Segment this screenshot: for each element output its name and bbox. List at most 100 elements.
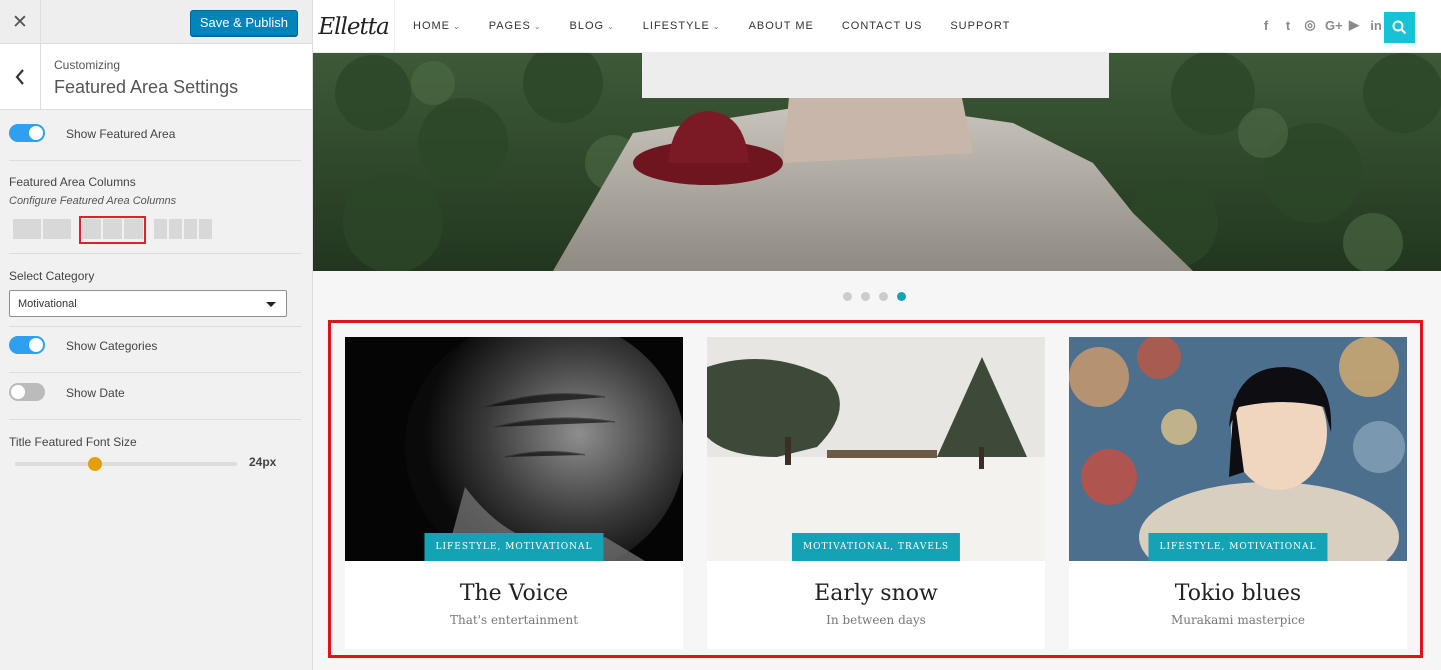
post-title[interactable]: The Voice bbox=[345, 581, 683, 606]
menu-item-label: LIFESTYLE bbox=[642, 20, 710, 32]
post-title[interactable]: Early snow bbox=[707, 581, 1045, 606]
facebook-icon[interactable]: f bbox=[1259, 18, 1273, 33]
select-category-control: Select Category bbox=[9, 269, 301, 283]
menu-item-about-me[interactable]: ABOUT ME bbox=[749, 20, 814, 32]
divider bbox=[9, 326, 301, 327]
category-select[interactable]: Motivational bbox=[9, 290, 287, 317]
site-preview: Elletta HOME ⌄ PAGES ⌄ BLOG ⌄ LIFESTYLE ⌄ ABOUT … bbox=[313, 0, 1441, 670]
show-categories-toggle[interactable] bbox=[9, 336, 45, 354]
menu-item-contact-us[interactable]: CONTACT US bbox=[842, 20, 923, 32]
slider-pagination bbox=[843, 292, 906, 301]
select-category-label: Select Category bbox=[9, 269, 95, 283]
menu-item-support[interactable]: SUPPORT bbox=[950, 20, 1010, 32]
slider-dot[interactable] bbox=[861, 292, 870, 301]
site-logo[interactable]: Elletta bbox=[313, 0, 395, 53]
post-subtitle: In between days bbox=[826, 613, 926, 627]
chevron-down-icon: ⌄ bbox=[533, 22, 542, 31]
featured-post-card[interactable]: LIFESTYLE, MOTIVATIONAL The Voice That's… bbox=[345, 337, 683, 649]
font-size-slider-track[interactable] bbox=[15, 462, 237, 466]
featured-post-image bbox=[707, 337, 1045, 561]
column-block bbox=[13, 219, 41, 239]
divider bbox=[9, 372, 301, 373]
font-size-slider-handle[interactable] bbox=[87, 457, 102, 471]
column-block bbox=[124, 219, 143, 239]
featured-columns-description: Configure Featured Area Columns bbox=[9, 195, 177, 207]
section-title-bar: Customizing Featured Area Settings bbox=[0, 44, 312, 110]
toggle-knob bbox=[29, 338, 43, 352]
customizer-sidebar: ✕ Save & Publish Customizing Featured Ar… bbox=[0, 0, 313, 670]
show-categories-control: Show Categories bbox=[9, 336, 301, 356]
divider bbox=[9, 419, 301, 420]
column-block bbox=[169, 219, 182, 239]
title-font-size-label: Title Featured Font Size bbox=[9, 435, 137, 449]
title-font-size-control: Title Featured Font Size bbox=[9, 435, 301, 449]
post-category-badge[interactable]: LIFESTYLE, MOTIVATIONAL bbox=[424, 533, 604, 561]
column-block bbox=[82, 219, 101, 239]
menu-item-lifestyle[interactable]: LIFESTYLE ⌄ bbox=[643, 20, 721, 32]
linkedin-icon[interactable]: in bbox=[1369, 18, 1383, 33]
menu-item-label: PAGES bbox=[488, 20, 531, 32]
show-featured-area-toggle[interactable] bbox=[9, 124, 45, 142]
show-categories-label: Show Categories bbox=[66, 339, 158, 353]
featured-columns-label: Featured Area Columns bbox=[9, 175, 136, 189]
show-featured-area-label: Show Featured Area bbox=[66, 127, 176, 141]
post-category-badge[interactable]: LIFESTYLE, MOTIVATIONAL bbox=[1148, 533, 1328, 561]
layout-2-columns-option[interactable] bbox=[11, 217, 73, 241]
youtube-icon[interactable]: ▶ bbox=[1347, 17, 1361, 33]
toggle-knob bbox=[11, 385, 25, 399]
layout-4-columns-option[interactable] bbox=[152, 217, 214, 241]
breadcrumb: Customizing bbox=[54, 58, 121, 72]
column-layout-options bbox=[9, 216, 301, 245]
instagram-icon[interactable]: ◎ bbox=[1303, 17, 1317, 33]
main-menu: HOME ⌄ PAGES ⌄ BLOG ⌄ LIFESTYLE ⌄ ABOUT ME CONTAC… bbox=[413, 20, 1038, 32]
column-block bbox=[43, 219, 71, 239]
toggle-knob bbox=[29, 126, 43, 140]
slider-dot[interactable] bbox=[897, 292, 906, 301]
category-select-value: Motivational bbox=[18, 298, 77, 310]
slider-dot[interactable] bbox=[879, 292, 888, 301]
menu-item-label: SUPPORT bbox=[950, 20, 1011, 32]
post-category-badge[interactable]: MOTIVATIONAL, TRAVELS bbox=[791, 533, 961, 561]
show-featured-area-control: Show Featured Area bbox=[9, 124, 301, 144]
site-navbar: Elletta HOME ⌄ PAGES ⌄ BLOG ⌄ LIFESTYLE ⌄ ABOUT … bbox=[313, 0, 1441, 53]
dropdown-arrow-icon bbox=[266, 302, 276, 307]
column-block bbox=[184, 219, 197, 239]
post-title[interactable]: Tokio blues bbox=[1069, 581, 1407, 606]
featured-post-image bbox=[1069, 337, 1407, 561]
featured-post-image bbox=[345, 337, 683, 561]
chevron-down-icon: ⌄ bbox=[607, 22, 615, 31]
google-plus-icon[interactable]: G+ bbox=[1325, 18, 1343, 33]
menu-item-label: HOME bbox=[413, 20, 450, 32]
menu-item-label: ABOUT ME bbox=[748, 20, 814, 32]
column-block bbox=[154, 219, 167, 239]
post-subtitle: Murakami masterpice bbox=[1170, 613, 1306, 627]
menu-item-pages[interactable]: PAGES ⌄ bbox=[489, 20, 542, 32]
chevron-down-icon: ⌄ bbox=[712, 22, 721, 31]
featured-post-card[interactable]: LIFESTYLE, MOTIVATIONAL Tokio blues Mura… bbox=[1069, 337, 1407, 649]
menu-item-label: CONTACT US bbox=[841, 20, 923, 32]
menu-item-blog[interactable]: BLOG ⌄ bbox=[570, 20, 615, 32]
twitter-icon[interactable]: t bbox=[1281, 18, 1295, 33]
slider-dot[interactable] bbox=[843, 292, 852, 301]
show-date-label: Show Date bbox=[66, 386, 125, 400]
font-size-value: 24px bbox=[249, 455, 277, 469]
divider bbox=[9, 160, 301, 161]
back-arrow-icon[interactable] bbox=[0, 44, 41, 110]
column-block bbox=[103, 219, 122, 239]
layout-3-columns-option[interactable] bbox=[79, 216, 146, 244]
chevron-down-icon: ⌄ bbox=[453, 22, 461, 31]
hero-slider-image[interactable] bbox=[313, 53, 1441, 271]
menu-item-home[interactable]: HOME ⌄ bbox=[413, 20, 461, 32]
close-icon[interactable]: ✕ bbox=[0, 0, 41, 44]
divider bbox=[9, 253, 301, 254]
save-publish-button[interactable]: Save & Publish bbox=[189, 10, 298, 36]
menu-item-label: BLOG bbox=[569, 20, 605, 32]
featured-post-card[interactable]: MOTIVATIONAL, TRAVELS Early snow In betw… bbox=[707, 337, 1045, 649]
column-block bbox=[199, 219, 212, 239]
search-icon[interactable] bbox=[1384, 12, 1415, 43]
customizer-header: ✕ Save & Publish bbox=[0, 0, 312, 44]
show-date-control: Show Date bbox=[9, 383, 301, 403]
show-date-toggle[interactable] bbox=[9, 383, 45, 401]
social-icons: f t ◎ G+ ▶ in bbox=[1259, 17, 1383, 33]
section-title: Featured Area Settings bbox=[54, 77, 239, 97]
